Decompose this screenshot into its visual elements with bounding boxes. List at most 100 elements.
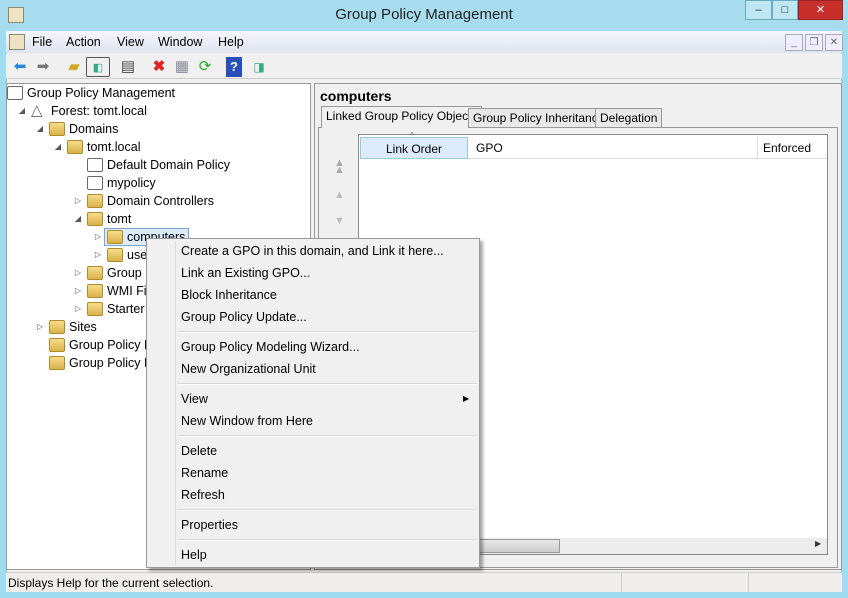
status-text: Displays Help for the current selection. xyxy=(8,576,214,590)
title-bar: Group Policy Management – □ ✕ xyxy=(0,0,848,31)
context-menu-item[interactable]: Rename xyxy=(181,462,471,484)
context-menu-item[interactable]: Link an Existing GPO... xyxy=(181,262,471,284)
menu-bar: File Action View Window Help xyxy=(6,31,842,53)
move-up-icon[interactable]: ▲ xyxy=(334,189,345,201)
expand-arrow-icon[interactable]: ▷ xyxy=(73,300,83,318)
toolbar: ⬅ ➡ ▰ ◧ ▤ ✖ ▦ ⟳ ? ◨ xyxy=(6,54,842,79)
collapse-arrow-icon[interactable]: ◢ xyxy=(35,120,45,138)
menu-window[interactable]: Window xyxy=(158,35,202,49)
menu-action[interactable]: Action xyxy=(66,35,101,49)
folder-icon xyxy=(87,212,103,226)
folder-icon xyxy=(67,140,83,154)
column-gpo-label: GPO xyxy=(476,141,503,155)
folder-icon xyxy=(87,266,103,280)
properties-icon[interactable]: ▦ xyxy=(172,57,192,77)
tree-item-label: Domain Controllers xyxy=(107,194,214,208)
context-menu-item[interactable]: Group Policy Modeling Wizard... xyxy=(181,336,471,358)
context-menu-item[interactable]: View xyxy=(181,388,471,410)
tree-item-label: Domains xyxy=(69,122,119,136)
menu-separator xyxy=(177,331,477,333)
context-menu-item[interactable]: Properties xyxy=(181,514,471,536)
gpo-icon xyxy=(7,86,23,100)
window-title: Group Policy Management xyxy=(335,6,513,23)
forward-icon[interactable]: ➡ xyxy=(33,57,53,77)
minimize-button[interactable]: – xyxy=(745,0,772,20)
context-menu: Create a GPO in this domain, and Link it… xyxy=(146,238,480,568)
expand-arrow-icon[interactable]: ▷ xyxy=(93,228,103,246)
menu-separator xyxy=(177,435,477,437)
context-menu-item[interactable]: Group Policy Update... xyxy=(181,306,471,328)
tree-item[interactable]: ◢ △ Forest: tomt.local xyxy=(7,102,307,120)
expand-arrow-icon[interactable]: ▷ xyxy=(93,246,103,264)
context-menu-item[interactable]: Block Inheritance xyxy=(181,284,471,306)
collapse-arrow-icon[interactable]: ◢ xyxy=(73,210,83,228)
tree-item-label: Group Policy Management xyxy=(27,86,175,100)
folder-icon: △ xyxy=(31,102,43,119)
menu-separator xyxy=(177,383,477,385)
mdi-close-button[interactable]: ✕ xyxy=(825,34,843,51)
scroll-right-icon[interactable]: ▶ xyxy=(815,539,821,548)
menu-separator xyxy=(177,539,477,541)
menu-separator xyxy=(177,509,477,511)
delete-icon[interactable]: ✖ xyxy=(149,57,169,77)
tree-item[interactable]: ◢ tomt xyxy=(7,210,307,228)
tree-item[interactable]: Group Policy Management xyxy=(7,84,307,102)
column-gpo[interactable]: GPO xyxy=(468,137,758,159)
tree-item-label: tomt.local xyxy=(87,140,141,154)
expand-arrow-icon[interactable]: ▷ xyxy=(73,264,83,282)
collapse-arrow-icon[interactable]: ◢ xyxy=(17,102,27,120)
context-menu-item[interactable]: Delete xyxy=(181,440,471,462)
menu-view[interactable]: View xyxy=(117,35,144,49)
expand-arrow-icon[interactable]: ▷ xyxy=(73,282,83,300)
submenu-arrow-icon: ▶ xyxy=(463,394,470,403)
column-link-order[interactable]: Link Order xyxy=(360,137,468,159)
column-link-order-label: Link Order xyxy=(385,142,443,156)
context-menu-item[interactable]: Help xyxy=(181,544,471,566)
tree-item[interactable]: mypolicy xyxy=(7,174,307,192)
folder-icon xyxy=(107,248,123,262)
move-down-icon[interactable]: ▼ xyxy=(334,215,345,227)
tree-item-label: Forest: tomt.local xyxy=(51,104,147,118)
help-icon[interactable]: ? xyxy=(226,57,242,77)
folder-icon xyxy=(49,122,65,136)
move-top-icon[interactable]: ▲ ▲ xyxy=(334,158,345,176)
maximize-button[interactable]: □ xyxy=(772,0,798,20)
context-menu-item[interactable]: New Window from Here xyxy=(181,410,471,432)
mdi-minimize-button[interactable]: _ xyxy=(785,34,803,51)
tab-delegation[interactable]: Delegation xyxy=(595,108,663,128)
tab-linked-gpos[interactable]: Linked Group Policy Objects xyxy=(321,106,483,128)
column-enforced-label: Enforced xyxy=(763,141,812,155)
tree-item-label: mypolicy xyxy=(107,176,156,190)
context-menu-item[interactable]: Refresh xyxy=(181,484,471,506)
collapse-arrow-icon[interactable]: ◢ xyxy=(53,138,63,156)
gpo-icon xyxy=(87,158,103,172)
refresh-icon[interactable]: ⟳ xyxy=(195,57,215,77)
column-enforced[interactable]: Enforced xyxy=(758,137,827,159)
tree-item-label: tomt xyxy=(107,212,132,226)
expand-arrow-icon[interactable]: ▷ xyxy=(73,192,83,210)
folder-icon xyxy=(87,302,103,316)
context-menu-item[interactable]: New Organizational Unit xyxy=(181,358,471,380)
menu-file[interactable]: File xyxy=(32,35,52,49)
context-menu-item[interactable]: Create a GPO in this domain, and Link it… xyxy=(181,240,471,262)
details-title: computers xyxy=(320,88,392,104)
tree-item[interactable]: Default Domain Policy xyxy=(7,156,307,174)
tree-item[interactable]: ◢ Domains xyxy=(7,120,307,138)
tree-item[interactable]: ◢ tomt.local xyxy=(7,138,307,156)
mdi-icon[interactable] xyxy=(9,34,25,50)
back-icon[interactable]: ⬅ xyxy=(10,57,30,77)
sort-ascending-icon: ^ xyxy=(410,131,414,140)
tree-item[interactable]: ▷ Domain Controllers xyxy=(7,192,307,210)
folder-icon xyxy=(87,284,103,298)
action-pane-icon[interactable]: ◨ xyxy=(249,57,269,77)
status-bar: Displays Help for the current selection. xyxy=(6,572,842,592)
close-button[interactable]: ✕ xyxy=(798,0,843,20)
clipboard-icon[interactable]: ▤ xyxy=(118,57,138,77)
show-hide-console-tree-icon[interactable]: ◧ xyxy=(86,57,110,77)
tab-gp-inheritance[interactable]: Group Policy Inheritance xyxy=(468,108,610,128)
mdi-restore-button[interactable]: ❐ xyxy=(805,34,823,51)
menu-help[interactable]: Help xyxy=(218,35,244,49)
folder-icon xyxy=(49,320,65,334)
up-folder-icon[interactable]: ▰ xyxy=(64,57,84,77)
expand-arrow-icon[interactable]: ▷ xyxy=(35,318,45,336)
